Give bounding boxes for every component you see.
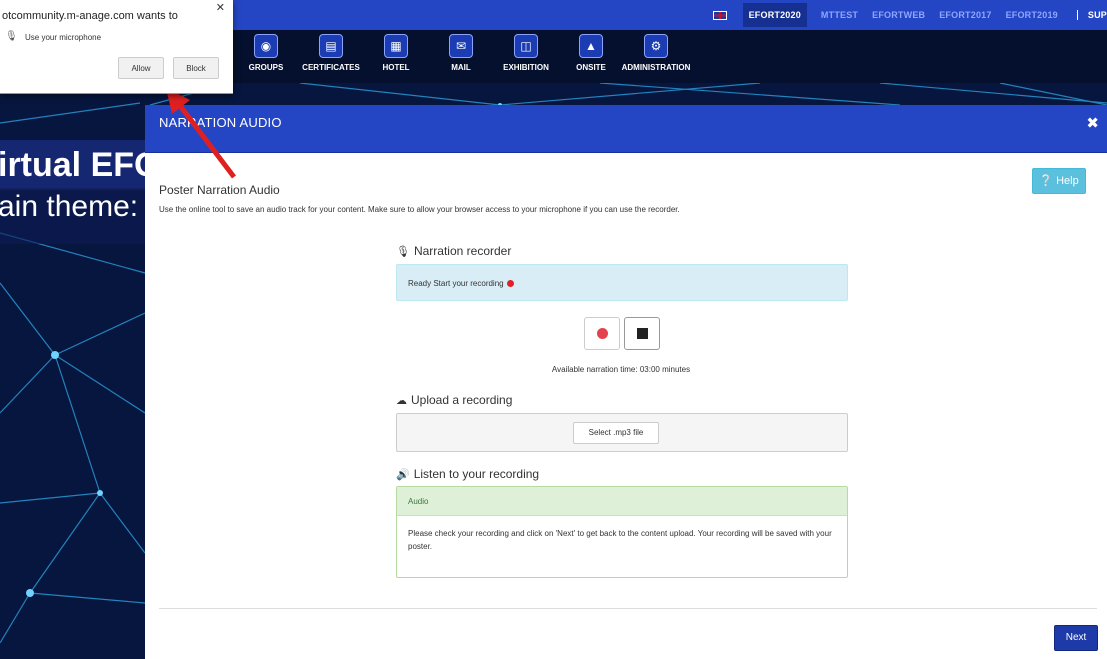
microphone-permission-popup: otcommunity.m-anage.com wants to ✕ 🎙 Use… <box>0 0 233 94</box>
close-icon[interactable]: ✕ <box>216 1 225 14</box>
block-button[interactable]: Block <box>173 57 219 79</box>
microphone-icon: 🎙 <box>5 31 18 42</box>
permission-origin: otcommunity.m-anage.com wants to <box>2 10 178 22</box>
annotation-arrow-icon <box>166 88 236 179</box>
permission-request: Use your microphone <box>25 33 102 42</box>
allow-button[interactable]: Allow <box>118 57 164 79</box>
